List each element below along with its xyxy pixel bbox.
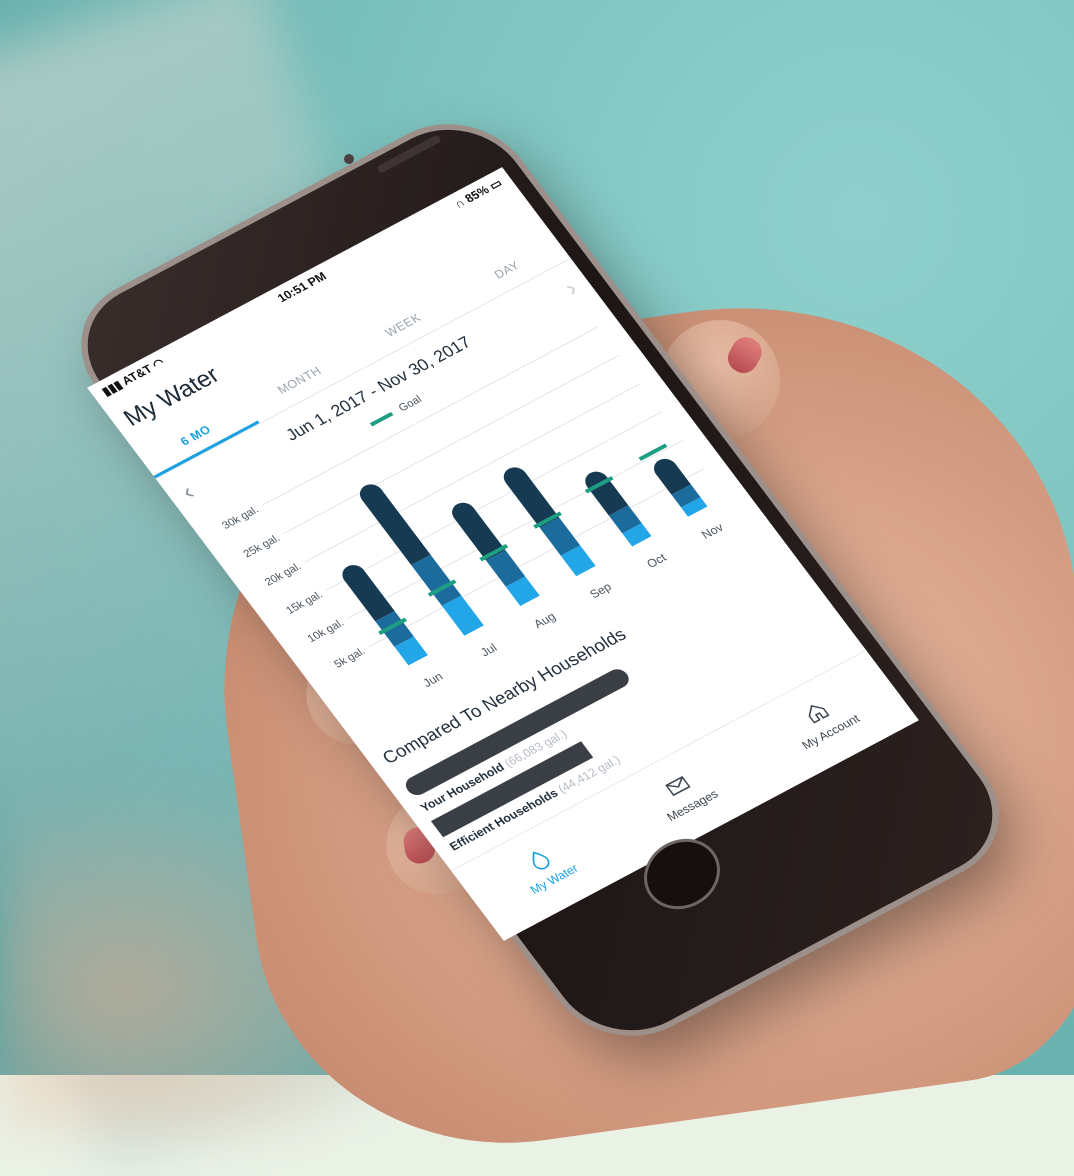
envelope-icon: [665, 776, 691, 797]
wifi-icon: ◠: [149, 355, 168, 372]
y-tick-label: 25k gal.: [241, 532, 282, 560]
x-tick-label: Oct: [644, 550, 670, 570]
home-icon: [808, 705, 830, 724]
bar-nov[interactable]: [649, 455, 708, 517]
y-tick-label: 15k gal.: [284, 589, 325, 617]
bar-oct[interactable]: [581, 468, 652, 547]
goal-marker: [638, 443, 668, 461]
battery-icon: ▭: [486, 175, 505, 193]
y-tick-label: 5k gal.: [332, 646, 368, 671]
y-tick-label: 10k gal.: [305, 617, 346, 645]
y-tick-label: 20k gal.: [263, 561, 304, 589]
fingernail: [722, 331, 767, 379]
water-drop-icon: [532, 851, 550, 870]
signal-icon: ▮▮▮: [98, 377, 126, 399]
x-tick-label: Nov: [699, 520, 726, 541]
x-tick-label: Jun: [420, 670, 446, 690]
x-tick-label: Aug: [531, 610, 558, 631]
x-tick-label: Sep: [587, 580, 615, 601]
goal-swatch: [369, 412, 394, 427]
x-tick-label: Jul: [478, 641, 500, 659]
